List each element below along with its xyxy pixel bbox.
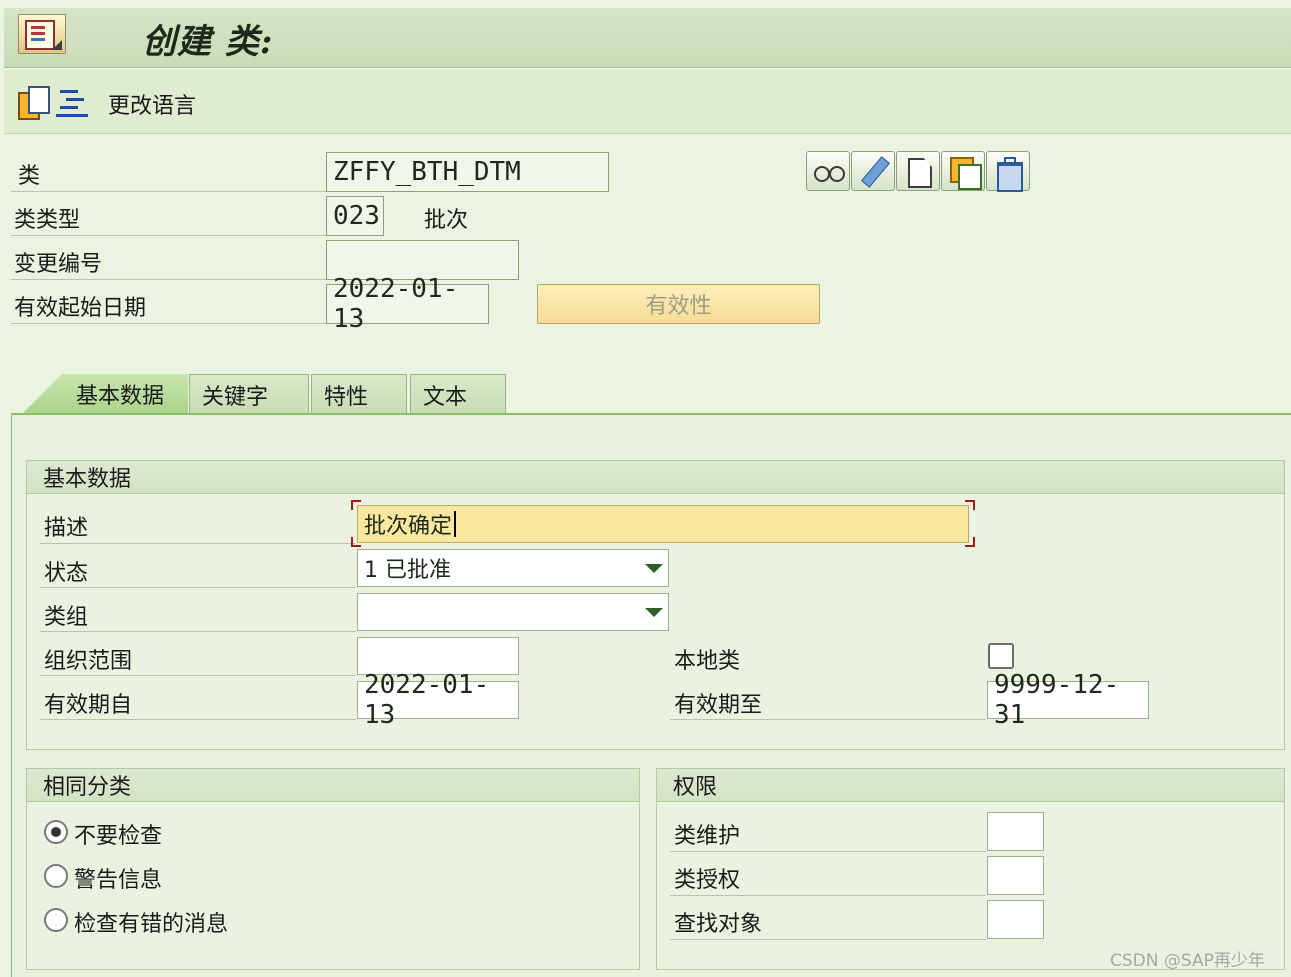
divider bbox=[40, 587, 356, 588]
divider bbox=[40, 631, 356, 632]
watermark: CSDN @SAP再少年 bbox=[1110, 951, 1265, 971]
delete-icon[interactable] bbox=[986, 151, 1030, 192]
classify-auth-label: 类授权 bbox=[674, 868, 741, 893]
copy-document-icon[interactable] bbox=[18, 86, 50, 120]
class-type-text: 批次 bbox=[424, 208, 469, 233]
divider bbox=[40, 543, 356, 544]
class-group-label: 类组 bbox=[44, 605, 89, 630]
description-value: 批次确定 bbox=[364, 514, 453, 539]
class-type-field[interactable]: 023 bbox=[326, 196, 384, 236]
divider bbox=[11, 235, 327, 236]
change-language-button[interactable]: 更改语言 bbox=[108, 88, 196, 120]
valid-from-input[interactable]: 2022-01-13 bbox=[357, 670, 519, 730]
group-title: 相同分类 bbox=[27, 769, 639, 802]
group-title: 基本数据 bbox=[27, 461, 1284, 494]
tab-texts[interactable]: 文本 bbox=[410, 374, 506, 414]
radio-warning[interactable] bbox=[44, 864, 68, 888]
description-input[interactable]: 批次确定 bbox=[357, 505, 969, 543]
status-value: 1 已批准 bbox=[364, 558, 451, 583]
display-icon[interactable] bbox=[806, 151, 850, 191]
classify-auth-input[interactable] bbox=[987, 856, 1044, 895]
divider bbox=[670, 895, 986, 896]
valid-from-label: 有效起始日期 bbox=[14, 296, 147, 321]
divider bbox=[670, 939, 986, 940]
focus-bracket bbox=[965, 500, 975, 510]
status-select[interactable]: 1 已批准 bbox=[357, 549, 669, 587]
hierarchy-icon[interactable] bbox=[56, 86, 88, 118]
status-label: 状态 bbox=[44, 561, 89, 586]
dropdown-arrow-icon[interactable] bbox=[645, 608, 663, 617]
search-object-label: 查找对象 bbox=[674, 912, 763, 937]
tab-keywords[interactable]: 关键字 bbox=[189, 374, 309, 414]
tab-characteristics[interactable]: 特性 bbox=[311, 374, 407, 414]
description-label: 描述 bbox=[44, 516, 89, 541]
radio-error-label[interactable]: 检查有错的消息 bbox=[74, 906, 228, 938]
valid-from-field[interactable]: 2022-01-13 bbox=[326, 274, 489, 334]
search-object-input[interactable] bbox=[987, 900, 1044, 939]
tab-basic-data[interactable]: 基本数据 bbox=[22, 374, 188, 414]
text-cursor bbox=[454, 511, 457, 537]
dropdown-arrow-icon[interactable] bbox=[645, 564, 663, 573]
create-icon[interactable] bbox=[896, 151, 940, 191]
local-class-label: 本地类 bbox=[674, 649, 741, 674]
copy-icon[interactable] bbox=[941, 151, 985, 191]
radio-no-check[interactable] bbox=[44, 820, 68, 844]
radio-warning-label[interactable]: 警告信息 bbox=[74, 862, 162, 894]
edit-icon[interactable] bbox=[851, 151, 895, 191]
class-label: 类 bbox=[18, 164, 41, 189]
local-class-checkbox[interactable] bbox=[988, 643, 1014, 669]
class-type-label: 类类型 bbox=[14, 208, 81, 233]
class-maintenance-label: 类维护 bbox=[674, 824, 741, 849]
class-group-select[interactable] bbox=[357, 593, 669, 631]
class-field[interactable]: ZFFY_BTH_DTM bbox=[326, 152, 609, 192]
org-area-label: 组织范围 bbox=[44, 649, 133, 674]
focus-bracket bbox=[965, 537, 975, 547]
focus-bracket bbox=[351, 500, 361, 510]
divider bbox=[40, 675, 356, 676]
radio-no-check-label[interactable]: 不要检查 bbox=[74, 818, 162, 850]
divider bbox=[670, 851, 986, 852]
group-title: 权限 bbox=[657, 769, 1284, 802]
change-number-label: 变更编号 bbox=[14, 252, 103, 277]
divider bbox=[11, 323, 327, 324]
valid-to-input[interactable]: 9999-12-31 bbox=[987, 670, 1149, 730]
validity-button[interactable]: 有效性 bbox=[537, 284, 820, 324]
divider bbox=[11, 191, 327, 192]
divider bbox=[670, 719, 986, 720]
divider bbox=[40, 719, 356, 720]
class-maintenance-input[interactable] bbox=[987, 812, 1044, 851]
transaction-icon[interactable] bbox=[18, 14, 66, 54]
valid-to-label: 有效期至 bbox=[674, 693, 763, 718]
radio-error[interactable] bbox=[44, 908, 68, 932]
page-title: 创建 类: bbox=[142, 22, 274, 62]
valid-from-label-2: 有效期自 bbox=[44, 693, 133, 718]
application-toolbar bbox=[4, 70, 1291, 134]
focus-bracket bbox=[351, 537, 361, 547]
divider bbox=[11, 279, 327, 280]
